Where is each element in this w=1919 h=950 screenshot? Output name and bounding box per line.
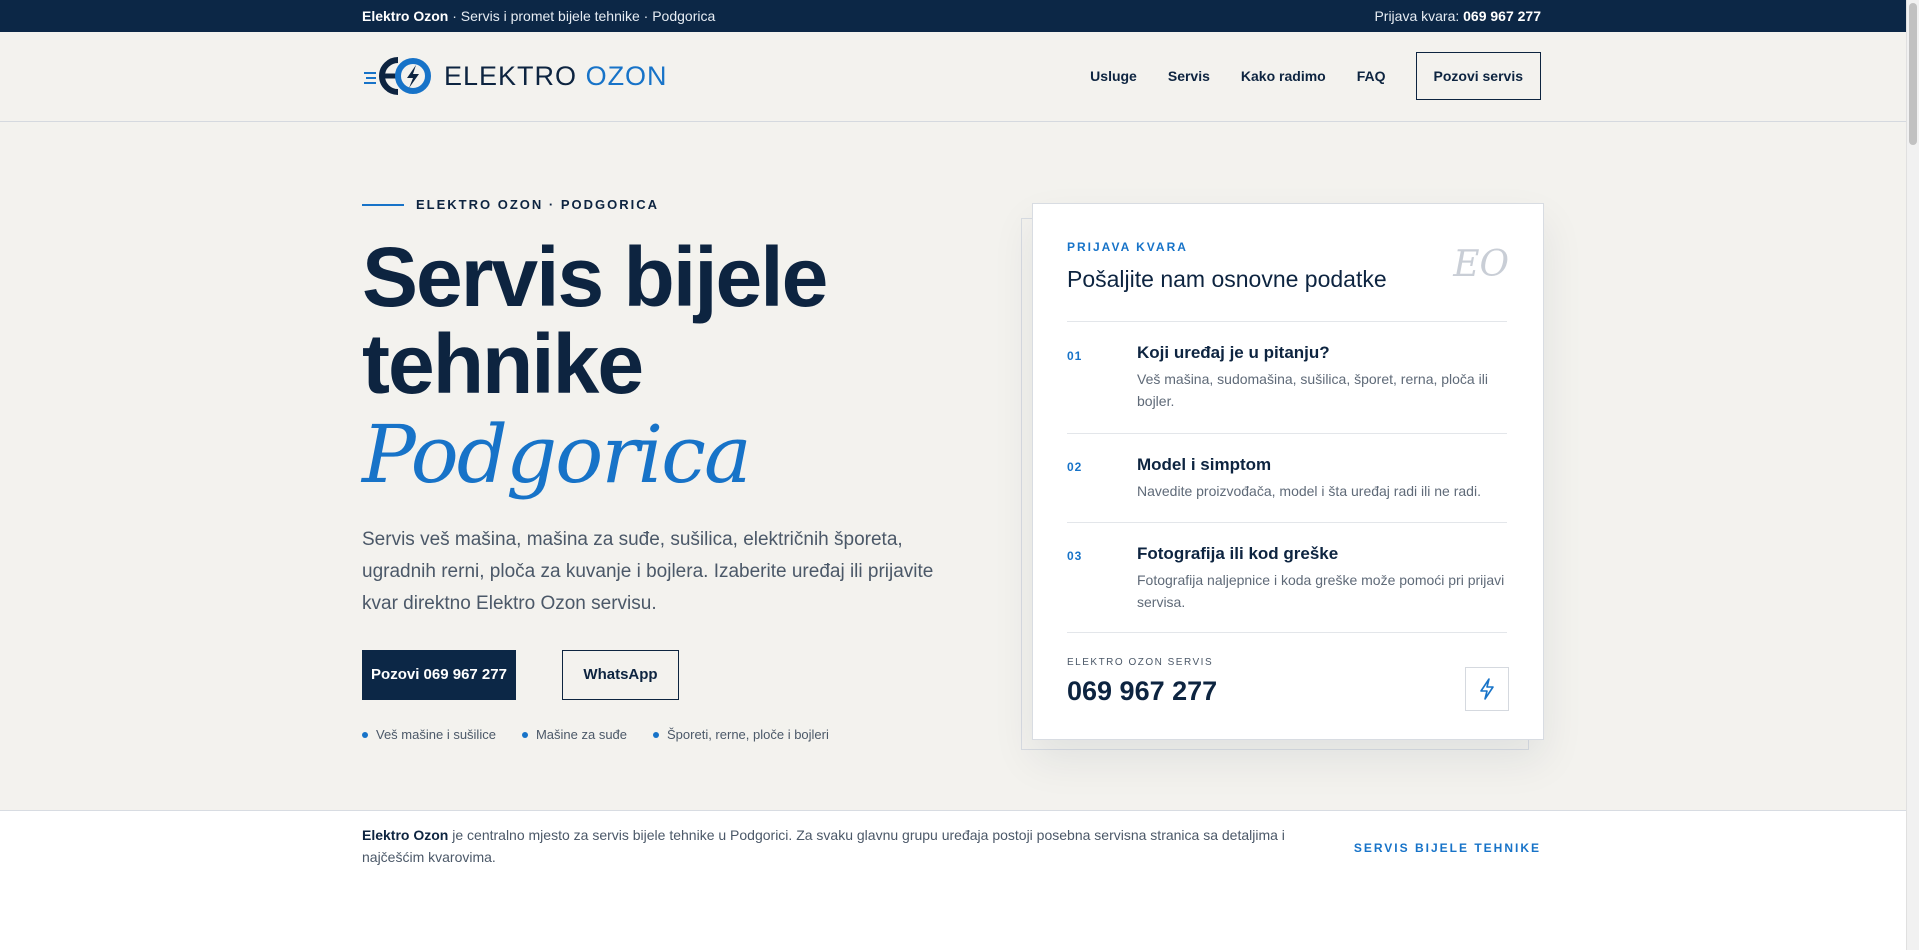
card-footer-label: ELEKTRO OZON SERVIS bbox=[1067, 657, 1214, 668]
card-title: Pošaljite nam osnovne podatke bbox=[1067, 266, 1387, 292]
hero-kicker: ELEKTRO OZON · PODGORICA bbox=[362, 197, 659, 212]
tag-label: Šporeti, rerne, ploče i bojleri bbox=[667, 727, 829, 742]
tag-item: Mašine za suđe bbox=[521, 727, 628, 742]
bolt-button[interactable] bbox=[1465, 667, 1509, 711]
step-number: 02 bbox=[1067, 460, 1083, 474]
whatsapp-button[interactable]: WhatsApp bbox=[562, 650, 679, 700]
service-tags: Veš mašine i sušilice Mašine za suđe Špo… bbox=[362, 727, 855, 742]
step-item: 03 Fotografija ili kod greške Fotografij… bbox=[1067, 522, 1507, 633]
report-label: Prijava kvara: bbox=[1374, 8, 1464, 24]
nav-kako-radimo[interactable]: Kako radimo bbox=[1241, 68, 1326, 84]
report-phone[interactable]: 069 967 277 bbox=[1463, 8, 1541, 24]
kicker-line bbox=[362, 203, 404, 206]
tag-item: Veš mašine i sušilice bbox=[362, 727, 496, 742]
top-bar-report[interactable]: Prijava kvara: 069 967 277 bbox=[1374, 8, 1541, 24]
logo-text: ELEKTRO OZON bbox=[444, 61, 668, 92]
scrollbar-thumb[interactable] bbox=[1909, 3, 1917, 145]
card-footer-phone[interactable]: 069 967 277 bbox=[1067, 676, 1217, 707]
info-strip-text: Elektro Ozon je centralno mjesto za serv… bbox=[362, 824, 1302, 868]
page-title-city: Podgorica bbox=[362, 408, 752, 501]
top-bar-brand: Elektro Ozon bbox=[362, 8, 449, 24]
step-desc: Veš mašina, sudomašina, sušilica, šporet… bbox=[1137, 371, 1488, 409]
bolt-icon bbox=[1480, 678, 1494, 700]
logo[interactable]: ELEKTRO OZON bbox=[362, 54, 668, 98]
info-strip-brand: Elektro Ozon bbox=[362, 827, 449, 843]
info-strip: Elektro Ozon je centralno mjesto za serv… bbox=[0, 810, 1907, 884]
tag-label: Mašine za suđe bbox=[535, 727, 628, 742]
step-number: 01 bbox=[1067, 349, 1083, 363]
top-bar-brand-line: Elektro Ozon · Servis i promet bijele te… bbox=[362, 8, 715, 24]
main-nav: Usluge Servis Kako radimo FAQ Pozovi ser… bbox=[1090, 52, 1541, 100]
step-desc: Navedite proizvođača, model i šta uređaj… bbox=[1137, 483, 1481, 499]
tag-label: Veš mašine i sušilice bbox=[376, 727, 496, 742]
step-item: 02 Model i simptom Navedite proizvođača,… bbox=[1067, 433, 1507, 523]
card-divider bbox=[1067, 632, 1507, 633]
bullet-icon bbox=[362, 731, 368, 738]
tag-item: Šporeti, rerne, ploče i bojleri bbox=[653, 727, 829, 742]
page-scrollbar[interactable] bbox=[1906, 0, 1919, 950]
step-number: 03 bbox=[1067, 549, 1083, 563]
step-title: Model i simptom bbox=[1137, 455, 1272, 474]
bullet-icon bbox=[521, 731, 528, 738]
title-line-2: tehnike bbox=[362, 317, 644, 411]
step-title: Fotografija ili kod greške bbox=[1137, 544, 1339, 563]
nav-servis[interactable]: Servis bbox=[1168, 68, 1210, 84]
bullet-icon bbox=[653, 731, 660, 738]
kicker-text: ELEKTRO OZON · PODGORICA bbox=[416, 197, 659, 212]
card-kicker: PRIJAVA KVARA bbox=[1067, 240, 1188, 254]
hero-lead: Servis veš mašina, mašina za suđe, sušil… bbox=[362, 529, 934, 614]
step-item: 01 Koji uređaj je u pitanju? Veš mašina,… bbox=[1067, 321, 1507, 434]
title-line-1: Servis bijele bbox=[362, 230, 828, 324]
next-section bbox=[0, 883, 1907, 950]
info-strip-body: je centralno mjesto za servis bijele teh… bbox=[362, 827, 1285, 865]
logo-mark-icon bbox=[364, 57, 431, 95]
step-desc: Fotografija naljepnice i koda greške mož… bbox=[1137, 572, 1505, 610]
card-monogram: EO bbox=[1453, 244, 1509, 285]
nav-usluge[interactable]: Usluge bbox=[1090, 68, 1137, 84]
top-bar: Elektro Ozon · Servis i promet bijele te… bbox=[0, 0, 1907, 32]
call-phone-button[interactable]: Pozovi 069 967 277 bbox=[362, 650, 516, 700]
logo-text-elektro: ELEKTRO bbox=[444, 60, 578, 91]
report-card: PRIJAVA KVARA Pošaljite nam osnovne poda… bbox=[1032, 203, 1544, 740]
site-header: ELEKTRO OZON Usluge Servis Kako radimo F… bbox=[0, 32, 1907, 122]
logo-text-ozon: OZON bbox=[585, 60, 668, 91]
nav-faq[interactable]: FAQ bbox=[1357, 68, 1386, 84]
step-title: Koji uređaj je u pitanju? bbox=[1137, 343, 1330, 362]
call-service-button[interactable]: Pozovi servis bbox=[1415, 52, 1541, 100]
appliance-service-link[interactable]: SERVIS BIJELE TEHNIKE bbox=[1354, 841, 1541, 855]
top-bar-tagline: · Servis i promet bijele tehnike · Podgo… bbox=[448, 8, 716, 24]
page-title: Servis bijele tehnike bbox=[362, 234, 962, 408]
